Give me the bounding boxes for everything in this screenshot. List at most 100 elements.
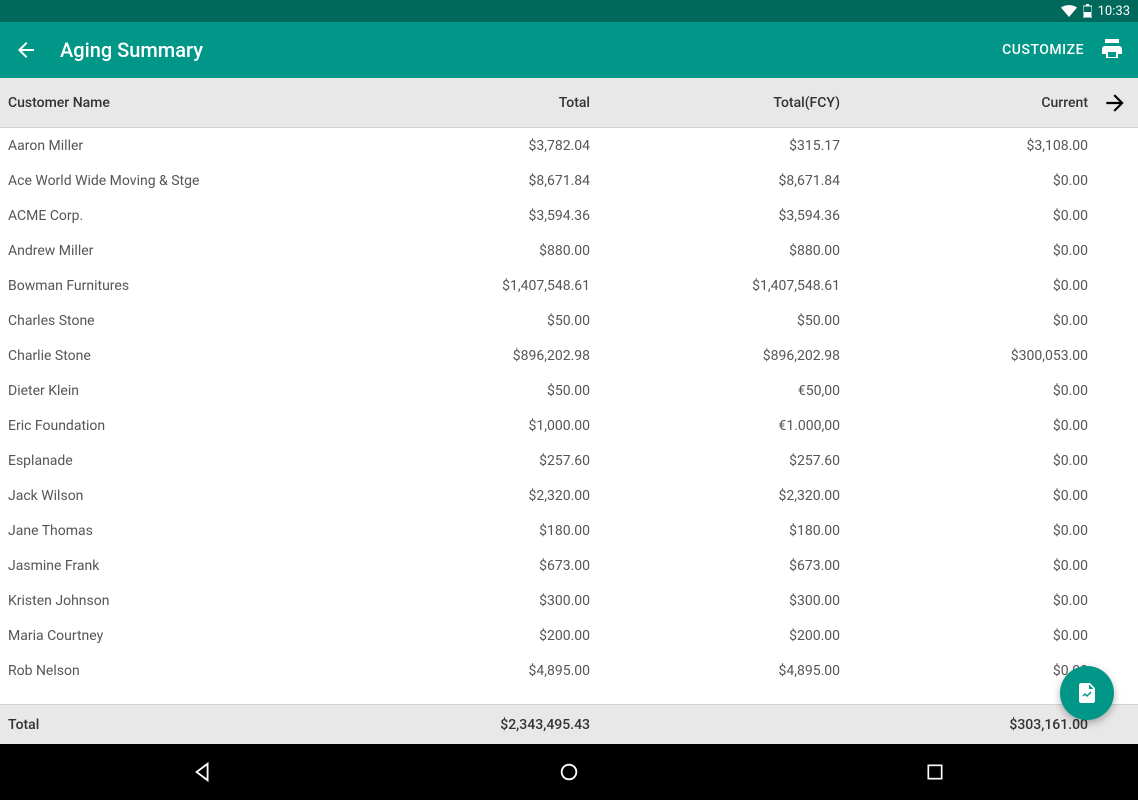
header-current: Current (840, 95, 1088, 111)
cell-fcy: $896,202.98 (590, 348, 840, 364)
table-row[interactable]: Esplanade$257.60$257.60$0.00 (0, 443, 1138, 478)
table-header: Customer Name Total Total(FCY) Current (0, 78, 1138, 128)
cell-fcy: $180.00 (590, 523, 840, 539)
nav-back-button[interactable] (188, 757, 218, 787)
table-row[interactable]: Aaron Miller$3,782.04$315.17$3,108.00 (0, 128, 1138, 163)
footer-total: $2,343,495.43 (300, 717, 590, 733)
cell-name: Ace World Wide Moving & Stge (0, 173, 300, 189)
table-row[interactable]: Maria Courtney$200.00$200.00$0.00 (0, 618, 1138, 653)
cell-total: $2,320.00 (300, 488, 590, 504)
battery-icon (1083, 4, 1092, 18)
table-row[interactable]: Jane Thomas$180.00$180.00$0.00 (0, 513, 1138, 548)
aging-table: Customer Name Total Total(FCY) Current A… (0, 78, 1138, 744)
cell-fcy: €1.000,00 (590, 418, 840, 434)
status-bar: 10:33 (0, 0, 1138, 22)
cell-total: $180.00 (300, 523, 590, 539)
cell-fcy: $673.00 (590, 558, 840, 574)
table-row[interactable]: Jack Wilson$2,320.00$2,320.00$0.00 (0, 478, 1138, 513)
cell-total: $257.60 (300, 453, 590, 469)
cell-fcy: $1,407,548.61 (590, 278, 840, 294)
cell-current: $0.00 (840, 243, 1088, 259)
header-total: Total (300, 95, 590, 111)
table-row[interactable]: Eric Foundation$1,000.00€1.000,00$0.00 (0, 408, 1138, 443)
cell-name: Andrew Miller (0, 243, 300, 259)
cell-fcy: $3,594.36 (590, 208, 840, 224)
cell-fcy: $50.00 (590, 313, 840, 329)
cell-current: $0.00 (840, 453, 1088, 469)
scroll-right-button[interactable] (1102, 90, 1128, 120)
cell-current: $0.00 (840, 663, 1088, 679)
cell-fcy: $257.60 (590, 453, 840, 469)
cell-total: $673.00 (300, 558, 590, 574)
cell-current: $3,108.00 (840, 138, 1088, 154)
cell-fcy: $8,671.84 (590, 173, 840, 189)
cell-current: $0.00 (840, 593, 1088, 609)
table-row[interactable]: Jasmine Frank$673.00$673.00$0.00 (0, 548, 1138, 583)
cell-current: $0.00 (840, 313, 1088, 329)
table-row[interactable]: Kristen Johnson$300.00$300.00$0.00 (0, 583, 1138, 618)
cell-fcy: $200.00 (590, 628, 840, 644)
cell-name: Dieter Klein (0, 383, 300, 399)
cell-name: Jasmine Frank (0, 558, 300, 574)
cell-name: Charlie Stone (0, 348, 300, 364)
cell-name: Kristen Johnson (0, 593, 300, 609)
cell-total: $50.00 (300, 383, 590, 399)
cell-total: $3,594.36 (300, 208, 590, 224)
nav-recent-button[interactable] (920, 757, 950, 787)
customize-button[interactable]: CUSTOMIZE (1002, 42, 1084, 58)
cell-total: $1,000.00 (300, 418, 590, 434)
table-row[interactable]: Andrew Miller$880.00$880.00$0.00 (0, 233, 1138, 268)
cell-total: $50.00 (300, 313, 590, 329)
cell-name: Jack Wilson (0, 488, 300, 504)
print-button[interactable] (1100, 38, 1124, 62)
cell-current: $0.00 (840, 523, 1088, 539)
table-body[interactable]: Aaron Miller$3,782.04$315.17$3,108.00Ace… (0, 128, 1138, 744)
cell-current: $0.00 (840, 488, 1088, 504)
cell-current: $0.00 (840, 628, 1088, 644)
cell-fcy: $880.00 (590, 243, 840, 259)
cell-current: $0.00 (840, 558, 1088, 574)
table-row[interactable]: Rob Nelson$4,895.00$4,895.00$0.00 (0, 653, 1138, 688)
table-row[interactable]: Dieter Klein$50.00€50,00$0.00 (0, 373, 1138, 408)
nav-home-button[interactable] (554, 757, 584, 787)
table-footer: Total $2,343,495.43 $303,161.00 (0, 704, 1138, 744)
cell-total: $8,671.84 (300, 173, 590, 189)
cell-current: $0.00 (840, 278, 1088, 294)
cell-name: Charles Stone (0, 313, 300, 329)
cell-name: Maria Courtney (0, 628, 300, 644)
cell-name: Esplanade (0, 453, 300, 469)
cell-name: Eric Foundation (0, 418, 300, 434)
cell-fcy: $300.00 (590, 593, 840, 609)
cell-name: ACME Corp. (0, 208, 300, 224)
export-pdf-fab[interactable] (1060, 666, 1114, 720)
cell-current: $0.00 (840, 173, 1088, 189)
cell-total: $3,782.04 (300, 138, 590, 154)
wifi-icon (1061, 5, 1077, 17)
cell-name: Bowman Furnitures (0, 278, 300, 294)
cell-total: $1,407,548.61 (300, 278, 590, 294)
cell-current: $0.00 (840, 208, 1088, 224)
cell-total: $200.00 (300, 628, 590, 644)
cell-current: $300,053.00 (840, 348, 1088, 364)
cell-total: $880.00 (300, 243, 590, 259)
cell-fcy: $4,895.00 (590, 663, 840, 679)
table-row[interactable]: ACME Corp.$3,594.36$3,594.36$0.00 (0, 198, 1138, 233)
cell-total: $896,202.98 (300, 348, 590, 364)
cell-fcy: €50,00 (590, 383, 840, 399)
table-row[interactable]: Charlie Stone$896,202.98$896,202.98$300,… (0, 338, 1138, 373)
cell-name: Rob Nelson (0, 663, 300, 679)
table-row[interactable]: Ace World Wide Moving & Stge$8,671.84$8,… (0, 163, 1138, 198)
footer-label: Total (0, 717, 300, 733)
cell-name: Jane Thomas (0, 523, 300, 539)
android-nav-bar (0, 744, 1138, 800)
header-total-fcy: Total(FCY) (590, 95, 840, 111)
table-row[interactable]: Charles Stone$50.00$50.00$0.00 (0, 303, 1138, 338)
cell-current: $0.00 (840, 383, 1088, 399)
cell-total: $300.00 (300, 593, 590, 609)
footer-current: $303,161.00 (840, 717, 1088, 733)
cell-fcy: $315.17 (590, 138, 840, 154)
cell-current: $0.00 (840, 418, 1088, 434)
back-button[interactable] (14, 38, 38, 62)
header-customer-name: Customer Name (0, 95, 300, 111)
table-row[interactable]: Bowman Furnitures$1,407,548.61$1,407,548… (0, 268, 1138, 303)
